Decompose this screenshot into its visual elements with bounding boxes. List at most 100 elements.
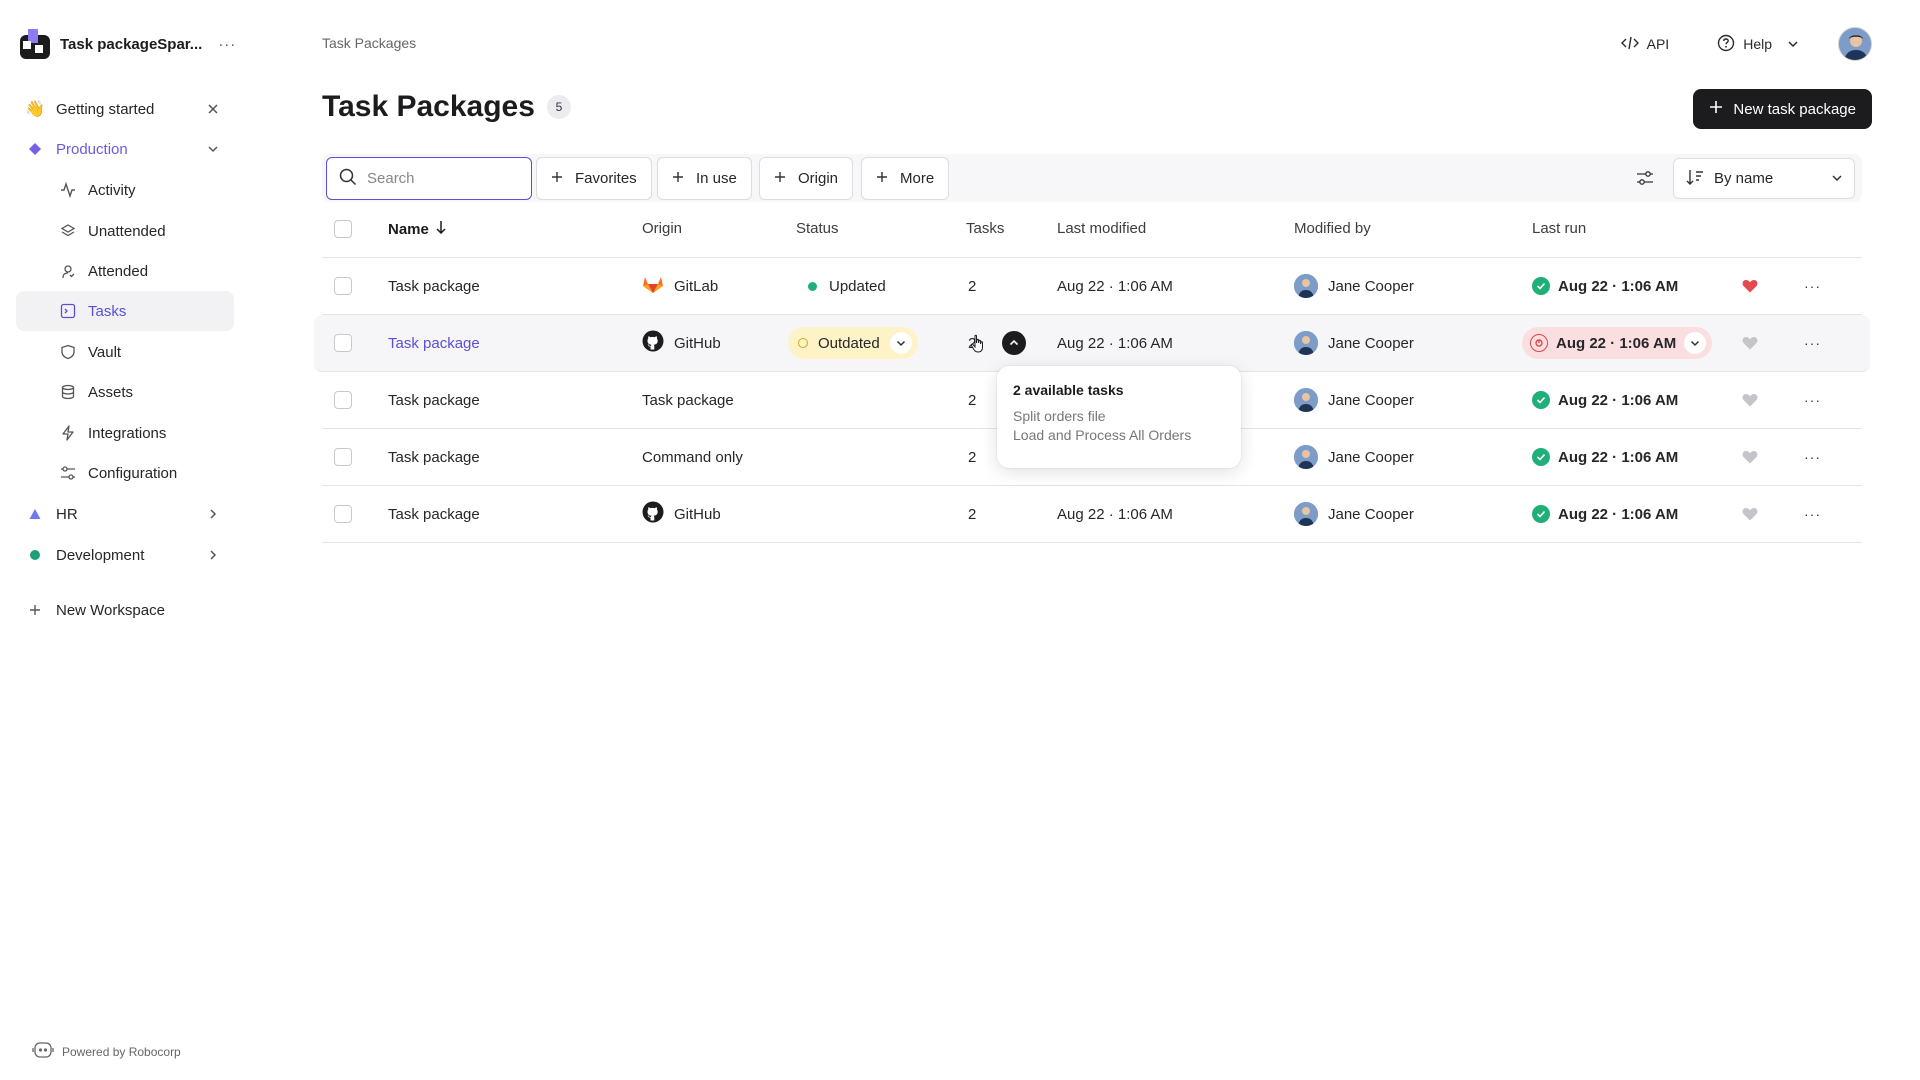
tasks-count[interactable]: 2 — [968, 486, 976, 542]
sort-select[interactable]: By name — [1673, 158, 1855, 199]
filter-label: Favorites — [575, 170, 637, 187]
package-name[interactable]: Task package — [388, 258, 480, 314]
sidebar-item-integrations[interactable]: Integrations — [16, 413, 234, 453]
user-avatar[interactable] — [1838, 27, 1872, 61]
heart-icon[interactable] — [1742, 258, 1758, 314]
last-run[interactable]: Aug 22 · 1:06 AM — [1532, 486, 1678, 542]
package-name[interactable]: Task package — [388, 315, 480, 371]
last-run-time: Aug 22 · 1:06 AM — [1558, 448, 1679, 466]
api-label: API — [1646, 36, 1670, 52]
last-run[interactable]: Aug 22 · 1:06 AM — [1532, 429, 1678, 485]
row-menu-icon[interactable]: ··· — [1804, 372, 1821, 428]
chevron-right-icon[interactable] — [204, 505, 222, 523]
close-icon[interactable] — [204, 100, 222, 118]
chevron-down-icon — [1788, 36, 1798, 52]
column-header-modified-by[interactable]: Modified by — [1294, 220, 1371, 237]
row-menu-icon[interactable]: ··· — [1804, 258, 1821, 314]
api-link[interactable]: API — [1620, 35, 1670, 54]
breadcrumb[interactable]: Task Packages — [322, 35, 416, 51]
heart-icon[interactable] — [1742, 372, 1758, 428]
new-workspace-button[interactable]: New Workspace — [16, 590, 234, 630]
sidebar-item-label: Unattended — [88, 222, 166, 240]
status-dropdown[interactable]: Outdated — [788, 327, 918, 359]
search-box[interactable] — [326, 157, 532, 200]
sidebar-item-tasks[interactable]: Tasks — [16, 291, 234, 331]
table-row[interactable]: Task package GitLab Updated 2 Aug 22 · 1… — [322, 258, 1862, 315]
filter-in-use-button[interactable]: In use — [657, 157, 752, 200]
column-header-last-modified[interactable]: Last modified — [1057, 220, 1146, 237]
tasks-expand-button[interactable] — [1002, 315, 1026, 371]
modified-by: Jane Cooper — [1294, 429, 1414, 485]
sidebar-item-hr[interactable]: HR — [16, 494, 234, 534]
last-modified: Aug 22 · 1:06 AM — [1057, 505, 1173, 523]
sidebar-item-unattended[interactable]: Unattended — [16, 211, 234, 251]
dot-icon — [26, 546, 44, 564]
heart-icon[interactable] — [1742, 429, 1758, 485]
view-settings-icon[interactable] — [1634, 167, 1656, 189]
chevron-down-icon — [1684, 332, 1707, 354]
last-run-dropdown[interactable]: Aug 22 · 1:06 AM — [1522, 327, 1713, 359]
tasks-count[interactable]: 2 — [968, 258, 976, 314]
user-name: Jane Cooper — [1328, 334, 1414, 352]
filter-favorites-button[interactable]: Favorites — [536, 157, 652, 200]
workspace-switcher[interactable]: Task packageSpar... ··· — [20, 28, 236, 60]
origin-label: GitHub — [674, 334, 721, 352]
sidebar-item-vault[interactable]: Vault — [16, 332, 234, 372]
row-checkbox[interactable] — [334, 429, 352, 485]
sidebar-item-getting-started[interactable]: 👋 Getting started — [16, 89, 234, 129]
package-name[interactable]: Task package — [388, 429, 480, 485]
last-run[interactable]: Aug 22 · 1:06 AM — [1532, 258, 1678, 314]
row-checkbox[interactable] — [334, 315, 352, 371]
column-header-tasks[interactable]: Tasks — [966, 220, 1004, 237]
code-icon — [1620, 35, 1639, 54]
origin-cell: GitHub — [642, 315, 721, 371]
filter-more-button[interactable]: More — [861, 157, 950, 200]
workspace-more-icon[interactable]: ··· — [218, 36, 236, 53]
activity-icon — [59, 181, 77, 199]
row-menu-icon[interactable]: ··· — [1804, 486, 1821, 542]
column-header-status[interactable]: Status — [796, 220, 839, 237]
sidebar-item-attended[interactable]: Attended — [16, 251, 234, 291]
chevron-right-icon[interactable] — [204, 546, 222, 564]
tasks-count[interactable]: 2 — [968, 372, 976, 428]
table-row[interactable]: Task package GitHub Outdated 2 Aug 22 · … — [314, 315, 1870, 372]
chevron-down-icon[interactable] — [204, 140, 222, 158]
last-run[interactable]: Aug 22 · 1:06 AM — [1532, 372, 1678, 428]
table-row[interactable]: Task package GitHub 2 Aug 22 · 1:06 AM J… — [322, 486, 1862, 543]
search-input[interactable] — [367, 170, 507, 187]
package-name[interactable]: Task package — [388, 486, 480, 542]
heart-icon[interactable] — [1742, 315, 1758, 371]
waving-hand-icon: 👋 — [25, 101, 45, 118]
sidebar-item-label: Tasks — [88, 302, 127, 320]
filter-toolbar: Favorites In use Origin More By name — [322, 154, 1862, 202]
column-header-name[interactable]: Name — [388, 220, 447, 238]
row-menu-icon[interactable]: ··· — [1804, 429, 1821, 485]
row-menu-icon[interactable]: ··· — [1804, 315, 1821, 371]
sidebar-item-label: Getting started — [56, 100, 155, 118]
help-menu[interactable]: Help — [1717, 34, 1798, 55]
column-header-last-run[interactable]: Last run — [1532, 220, 1586, 237]
column-header-origin[interactable]: Origin — [642, 220, 682, 237]
table-header: Name Origin Status Tasks Last modified M… — [322, 202, 1862, 258]
sidebar-item-activity[interactable]: Activity — [16, 170, 234, 210]
row-checkbox[interactable] — [334, 486, 352, 542]
new-task-package-button[interactable]: New task package — [1693, 89, 1872, 129]
sidebar-item-assets[interactable]: Assets — [16, 372, 234, 412]
row-checkbox[interactable] — [334, 258, 352, 314]
select-all-checkbox[interactable] — [334, 220, 352, 238]
row-checkbox[interactable] — [334, 372, 352, 428]
chevron-down-icon — [1832, 170, 1842, 187]
sidebar-item-configuration[interactable]: Configuration — [16, 453, 234, 493]
sidebar-item-production[interactable]: Production — [16, 129, 234, 169]
filter-origin-button[interactable]: Origin — [759, 157, 854, 200]
sidebar-item-label: Vault — [88, 343, 122, 361]
package-name[interactable]: Task package — [388, 372, 480, 428]
tasks-count[interactable]: 2 — [968, 429, 976, 485]
help-circle-icon — [1717, 34, 1735, 55]
sidebar-item-development[interactable]: Development — [16, 535, 234, 575]
workspace-logo — [20, 29, 50, 59]
arrow-down-icon — [435, 220, 447, 238]
heart-icon[interactable] — [1742, 486, 1758, 542]
user-name: Jane Cooper — [1328, 505, 1414, 523]
status-dot-icon — [808, 281, 817, 291]
